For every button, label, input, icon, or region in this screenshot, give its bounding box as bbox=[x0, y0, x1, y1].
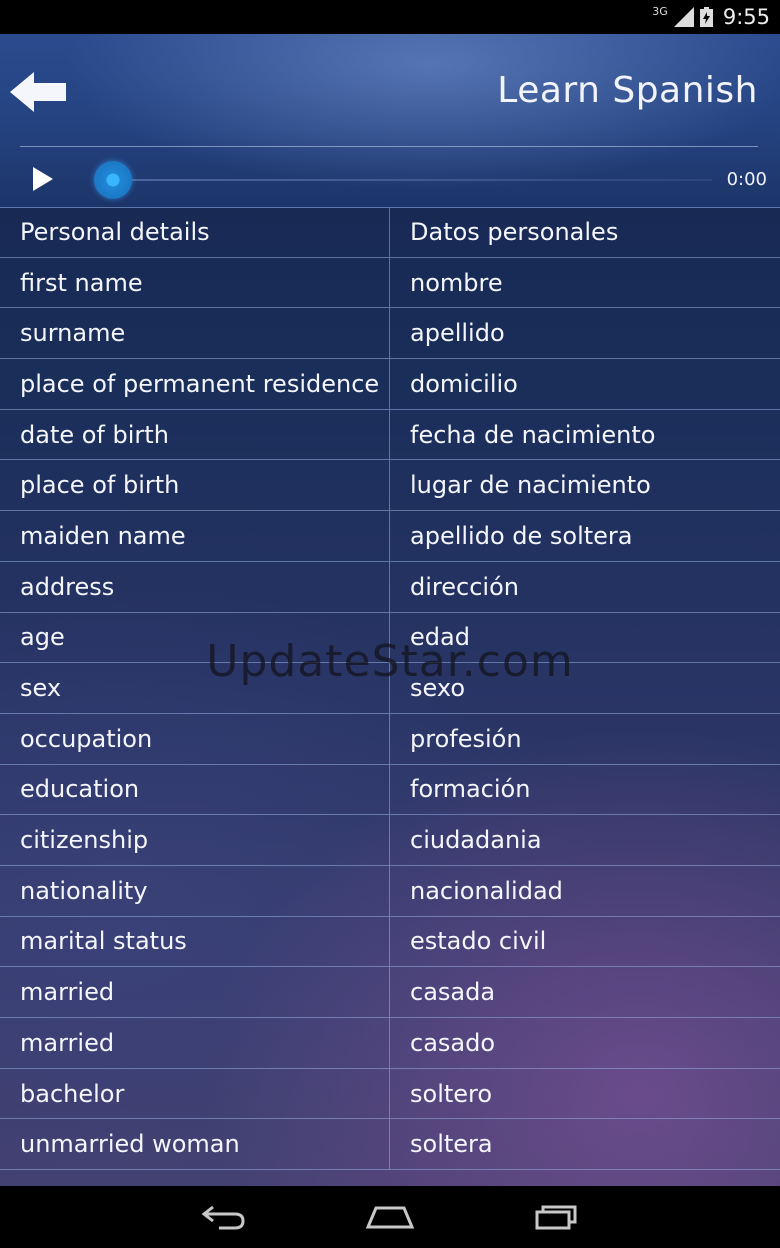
spanish-term: apellido de soltera bbox=[410, 521, 633, 550]
status-time: 9:55 bbox=[722, 5, 770, 29]
english-term: unmarried woman bbox=[0, 1119, 390, 1170]
english-term: citizenship bbox=[0, 815, 390, 865]
spanish-term: domicilio bbox=[410, 369, 518, 398]
english-term: married bbox=[0, 967, 390, 1017]
english-term: maiden name bbox=[0, 511, 390, 561]
spanish-term: casado bbox=[410, 1028, 496, 1057]
nav-home-button[interactable] bbox=[362, 1197, 418, 1237]
table-row[interactable]: occupation profesión bbox=[0, 713, 780, 765]
seek-thumb[interactable] bbox=[94, 161, 132, 199]
english-term: sex bbox=[0, 663, 390, 713]
english-term: address bbox=[0, 561, 390, 612]
table-row[interactable]: bachelor soltero bbox=[0, 1068, 780, 1120]
english-term: date of birth bbox=[0, 409, 390, 460]
nav-recents-button[interactable] bbox=[528, 1197, 584, 1237]
nav-back-icon bbox=[201, 1205, 245, 1230]
page-title: Learn Spanish bbox=[497, 70, 758, 111]
table-row[interactable]: date of birth fecha de nacimiento bbox=[0, 409, 780, 461]
spanish-term: nacionalidad bbox=[410, 876, 563, 905]
spanish-term: soltera bbox=[410, 1130, 493, 1159]
english-term: occupation bbox=[0, 713, 390, 764]
table-row[interactable]: unmarried woman soltera bbox=[0, 1119, 780, 1171]
nav-back-button[interactable] bbox=[196, 1197, 252, 1237]
network-type: 3G bbox=[652, 4, 668, 18]
english-term: marital status bbox=[0, 916, 390, 967]
spanish-term: lugar de nacimiento bbox=[410, 471, 651, 500]
table-row[interactable]: maiden name apellido de soltera bbox=[0, 511, 780, 562]
table-header-row[interactable]: Personal details Datos personales bbox=[0, 207, 780, 258]
play-icon[interactable] bbox=[28, 164, 58, 194]
spanish-term: casada bbox=[410, 978, 496, 1007]
english-term: nationality bbox=[0, 865, 390, 916]
table-row[interactable]: marital status estado civil bbox=[0, 916, 780, 968]
english-term: first name bbox=[0, 257, 390, 308]
spanish-term: formación bbox=[410, 775, 531, 804]
table-row[interactable]: place of birth lugar de nacimiento bbox=[0, 460, 780, 512]
back-arrow-icon[interactable] bbox=[8, 70, 72, 114]
spanish-term: nombre bbox=[410, 268, 503, 297]
table-row[interactable]: married casada bbox=[0, 967, 780, 1018]
table-row[interactable]: citizenship ciudadania bbox=[0, 815, 780, 866]
english-term: married bbox=[0, 1018, 390, 1068]
playback-time: 0:00 bbox=[726, 169, 767, 190]
english-term: place of permanent residence bbox=[0, 359, 390, 409]
status-bar: 3G 9:55 bbox=[0, 0, 780, 34]
spanish-term: estado civil bbox=[410, 927, 547, 956]
table-row[interactable]: education formación bbox=[0, 764, 780, 816]
english-term: Personal details bbox=[0, 208, 390, 257]
spanish-term: Datos personales bbox=[410, 218, 619, 247]
spanish-term: sexo bbox=[410, 674, 465, 703]
spanish-term: soltero bbox=[410, 1079, 493, 1108]
english-term: education bbox=[0, 764, 390, 815]
table-row[interactable]: married casado bbox=[0, 1018, 780, 1069]
seek-track[interactable] bbox=[112, 179, 712, 181]
english-term: bachelor bbox=[0, 1068, 390, 1119]
spanish-term: apellido bbox=[410, 319, 505, 348]
english-term: place of birth bbox=[0, 460, 390, 511]
table-row[interactable]: sex sexo bbox=[0, 663, 780, 714]
spanish-term: profesión bbox=[410, 724, 522, 753]
spanish-term: dirección bbox=[410, 572, 519, 601]
table-row[interactable]: place of permanent residence domicilio bbox=[0, 359, 780, 410]
table-row[interactable]: surname apellido bbox=[0, 308, 780, 360]
nav-home-icon bbox=[365, 1206, 415, 1229]
app-content: Learn Spanish 0:00 Personal details Datos… bbox=[0, 34, 780, 1186]
table-row[interactable]: nationality nacionalidad bbox=[0, 865, 780, 917]
table-row[interactable]: age edad bbox=[0, 612, 780, 664]
vocabulary-table: Personal details Datos personales first na… bbox=[0, 207, 780, 1171]
header-divider bbox=[20, 146, 758, 147]
table-row[interactable]: first name nombre bbox=[0, 257, 780, 309]
signal-icon bbox=[673, 7, 694, 27]
header: Learn Spanish 0:00 bbox=[0, 34, 780, 208]
spanish-term: fecha de nacimiento bbox=[410, 420, 656, 449]
nav-recents-icon bbox=[535, 1205, 577, 1230]
english-term: surname bbox=[0, 308, 390, 359]
spanish-term: ciudadania bbox=[410, 826, 542, 855]
table-row[interactable]: address dirección bbox=[0, 561, 780, 613]
navigation-bar bbox=[0, 1186, 780, 1248]
spanish-term: edad bbox=[410, 623, 470, 652]
english-term: age bbox=[0, 612, 390, 663]
battery-icon bbox=[699, 7, 713, 27]
